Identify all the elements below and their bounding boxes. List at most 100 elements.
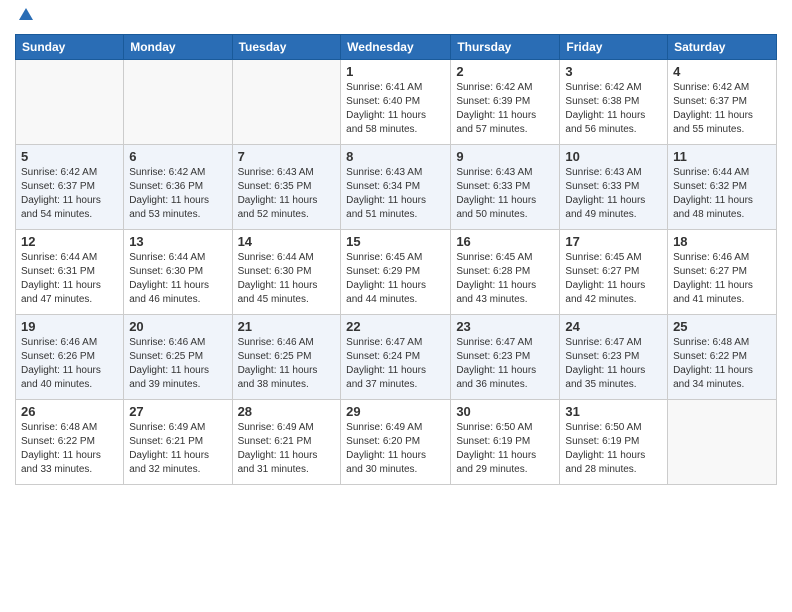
- weekday-header-saturday: Saturday: [668, 35, 777, 60]
- day-info: Sunrise: 6:43 AM Sunset: 6:34 PM Dayligh…: [346, 166, 445, 222]
- calendar-day-cell: 25 Sunrise: 6:48 AM Sunset: 6:22 PM Dayli…: [668, 315, 777, 400]
- day-info: Sunrise: 6:49 AM Sunset: 6:21 PM Dayligh…: [129, 421, 226, 477]
- calendar-day-cell: 2 Sunrise: 6:42 AM Sunset: 6:39 PM Daylig…: [451, 60, 560, 145]
- calendar-day-cell: [16, 60, 124, 145]
- calendar-day-cell: 13 Sunrise: 6:44 AM Sunset: 6:30 PM Dayli…: [124, 230, 232, 315]
- calendar-day-cell: 3 Sunrise: 6:42 AM Sunset: 6:38 PM Daylig…: [560, 60, 668, 145]
- day-info: Sunrise: 6:42 AM Sunset: 6:37 PM Dayligh…: [673, 81, 771, 137]
- calendar-table: SundayMondayTuesdayWednesdayThursdayFrid…: [15, 34, 777, 485]
- day-info: Sunrise: 6:43 AM Sunset: 6:33 PM Dayligh…: [565, 166, 662, 222]
- day-info: Sunrise: 6:47 AM Sunset: 6:24 PM Dayligh…: [346, 336, 445, 392]
- weekday-header-monday: Monday: [124, 35, 232, 60]
- day-info: Sunrise: 6:43 AM Sunset: 6:33 PM Dayligh…: [456, 166, 554, 222]
- day-info: Sunrise: 6:49 AM Sunset: 6:21 PM Dayligh…: [238, 421, 336, 477]
- day-number: 14: [238, 234, 336, 249]
- calendar-day-cell: 20 Sunrise: 6:46 AM Sunset: 6:25 PM Dayli…: [124, 315, 232, 400]
- calendar-week-row: 12 Sunrise: 6:44 AM Sunset: 6:31 PM Dayli…: [16, 230, 777, 315]
- day-number: 21: [238, 319, 336, 334]
- day-info: Sunrise: 6:44 AM Sunset: 6:32 PM Dayligh…: [673, 166, 771, 222]
- day-number: 1: [346, 64, 445, 79]
- day-number: 9: [456, 149, 554, 164]
- day-info: Sunrise: 6:45 AM Sunset: 6:27 PM Dayligh…: [565, 251, 662, 307]
- calendar-day-cell: 21 Sunrise: 6:46 AM Sunset: 6:25 PM Dayli…: [232, 315, 341, 400]
- day-number: 4: [673, 64, 771, 79]
- day-number: 24: [565, 319, 662, 334]
- logo: [15, 10, 35, 24]
- calendar-day-cell: 15Sunrise: 6:45 AM Sunset: 6:29 PM Dayli…: [341, 230, 451, 315]
- day-number: 15: [346, 234, 445, 249]
- calendar-day-cell: 7Sunrise: 6:43 AM Sunset: 6:35 PM Daylig…: [232, 145, 341, 230]
- day-number: 10: [565, 149, 662, 164]
- day-number: 12: [21, 234, 118, 249]
- day-info: Sunrise: 6:42 AM Sunset: 6:38 PM Dayligh…: [565, 81, 662, 137]
- day-number: 25: [673, 319, 771, 334]
- calendar-day-cell: [124, 60, 232, 145]
- day-info: Sunrise: 6:44 AM Sunset: 6:30 PM Dayligh…: [129, 251, 226, 307]
- calendar-day-cell: 31 Sunrise: 6:50 AM Sunset: 6:19 PM Dayli…: [560, 400, 668, 485]
- day-number: 19: [21, 319, 118, 334]
- day-info: Sunrise: 6:44 AM Sunset: 6:31 PM Dayligh…: [21, 251, 118, 307]
- calendar-day-cell: 26 Sunrise: 6:48 AM Sunset: 6:22 PM Dayli…: [16, 400, 124, 485]
- calendar-day-cell: 28 Sunrise: 6:49 AM Sunset: 6:21 PM Dayli…: [232, 400, 341, 485]
- weekday-header-tuesday: Tuesday: [232, 35, 341, 60]
- day-info: Sunrise: 6:45 AM Sunset: 6:28 PM Dayligh…: [456, 251, 554, 307]
- day-number: 31: [565, 404, 662, 419]
- calendar-day-cell: 17 Sunrise: 6:45 AM Sunset: 6:27 PM Dayli…: [560, 230, 668, 315]
- calendar-day-cell: 18Sunrise: 6:46 AM Sunset: 6:27 PM Dayli…: [668, 230, 777, 315]
- day-number: 8: [346, 149, 445, 164]
- weekday-header-sunday: Sunday: [16, 35, 124, 60]
- day-info: Sunrise: 6:47 AM Sunset: 6:23 PM Dayligh…: [456, 336, 554, 392]
- day-info: Sunrise: 6:46 AM Sunset: 6:25 PM Dayligh…: [129, 336, 226, 392]
- calendar-day-cell: 14 Sunrise: 6:44 AM Sunset: 6:30 PM Dayli…: [232, 230, 341, 315]
- page-container: SundayMondayTuesdayWednesdayThursdayFrid…: [0, 0, 792, 495]
- day-info: Sunrise: 6:42 AM Sunset: 6:39 PM Dayligh…: [456, 81, 554, 137]
- day-info: Sunrise: 6:46 AM Sunset: 6:27 PM Dayligh…: [673, 251, 771, 307]
- day-info: Sunrise: 6:50 AM Sunset: 6:19 PM Dayligh…: [456, 421, 554, 477]
- day-number: 26: [21, 404, 118, 419]
- calendar-day-cell: 27 Sunrise: 6:49 AM Sunset: 6:21 PM Dayli…: [124, 400, 232, 485]
- weekday-header-friday: Friday: [560, 35, 668, 60]
- day-info: Sunrise: 6:47 AM Sunset: 6:23 PM Dayligh…: [565, 336, 662, 392]
- day-info: Sunrise: 6:48 AM Sunset: 6:22 PM Dayligh…: [673, 336, 771, 392]
- day-number: 30: [456, 404, 554, 419]
- calendar-day-cell: 30 Sunrise: 6:50 AM Sunset: 6:19 PM Dayli…: [451, 400, 560, 485]
- day-number: 23: [456, 319, 554, 334]
- day-info: Sunrise: 6:50 AM Sunset: 6:19 PM Dayligh…: [565, 421, 662, 477]
- weekday-header-thursday: Thursday: [451, 35, 560, 60]
- calendar-day-cell: 9 Sunrise: 6:43 AM Sunset: 6:33 PM Daylig…: [451, 145, 560, 230]
- day-number: 27: [129, 404, 226, 419]
- day-info: Sunrise: 6:42 AM Sunset: 6:37 PM Dayligh…: [21, 166, 118, 222]
- day-info: Sunrise: 6:48 AM Sunset: 6:22 PM Dayligh…: [21, 421, 118, 477]
- day-number: 3: [565, 64, 662, 79]
- day-number: 6: [129, 149, 226, 164]
- calendar-week-row: 5Sunrise: 6:42 AM Sunset: 6:37 PM Daylig…: [16, 145, 777, 230]
- calendar-day-cell: [232, 60, 341, 145]
- calendar-week-row: 1 Sunrise: 6:41 AM Sunset: 6:40 PM Daylig…: [16, 60, 777, 145]
- calendar-day-cell: 10 Sunrise: 6:43 AM Sunset: 6:33 PM Dayli…: [560, 145, 668, 230]
- calendar-day-cell: 11 Sunrise: 6:44 AM Sunset: 6:32 PM Dayli…: [668, 145, 777, 230]
- weekday-header-row: SundayMondayTuesdayWednesdayThursdayFrid…: [16, 35, 777, 60]
- calendar-day-cell: 12 Sunrise: 6:44 AM Sunset: 6:31 PM Dayli…: [16, 230, 124, 315]
- day-number: 29: [346, 404, 445, 419]
- day-info: Sunrise: 6:49 AM Sunset: 6:20 PM Dayligh…: [346, 421, 445, 477]
- day-number: 28: [238, 404, 336, 419]
- calendar-day-cell: 24 Sunrise: 6:47 AM Sunset: 6:23 PM Dayli…: [560, 315, 668, 400]
- day-info: Sunrise: 6:46 AM Sunset: 6:25 PM Dayligh…: [238, 336, 336, 392]
- day-number: 11: [673, 149, 771, 164]
- calendar-day-cell: 4 Sunrise: 6:42 AM Sunset: 6:37 PM Daylig…: [668, 60, 777, 145]
- day-info: Sunrise: 6:42 AM Sunset: 6:36 PM Dayligh…: [129, 166, 226, 222]
- day-number: 17: [565, 234, 662, 249]
- day-info: Sunrise: 6:41 AM Sunset: 6:40 PM Dayligh…: [346, 81, 445, 137]
- day-number: 2: [456, 64, 554, 79]
- calendar-day-cell: 19 Sunrise: 6:46 AM Sunset: 6:26 PM Dayli…: [16, 315, 124, 400]
- logo-icon: [17, 6, 35, 24]
- day-info: Sunrise: 6:46 AM Sunset: 6:26 PM Dayligh…: [21, 336, 118, 392]
- day-number: 20: [129, 319, 226, 334]
- calendar-day-cell: [668, 400, 777, 485]
- calendar-day-cell: 5Sunrise: 6:42 AM Sunset: 6:37 PM Daylig…: [16, 145, 124, 230]
- day-number: 13: [129, 234, 226, 249]
- calendar-week-row: 19 Sunrise: 6:46 AM Sunset: 6:26 PM Dayli…: [16, 315, 777, 400]
- day-info: Sunrise: 6:44 AM Sunset: 6:30 PM Dayligh…: [238, 251, 336, 307]
- day-number: 22: [346, 319, 445, 334]
- calendar-day-cell: 29 Sunrise: 6:49 AM Sunset: 6:20 PM Dayli…: [341, 400, 451, 485]
